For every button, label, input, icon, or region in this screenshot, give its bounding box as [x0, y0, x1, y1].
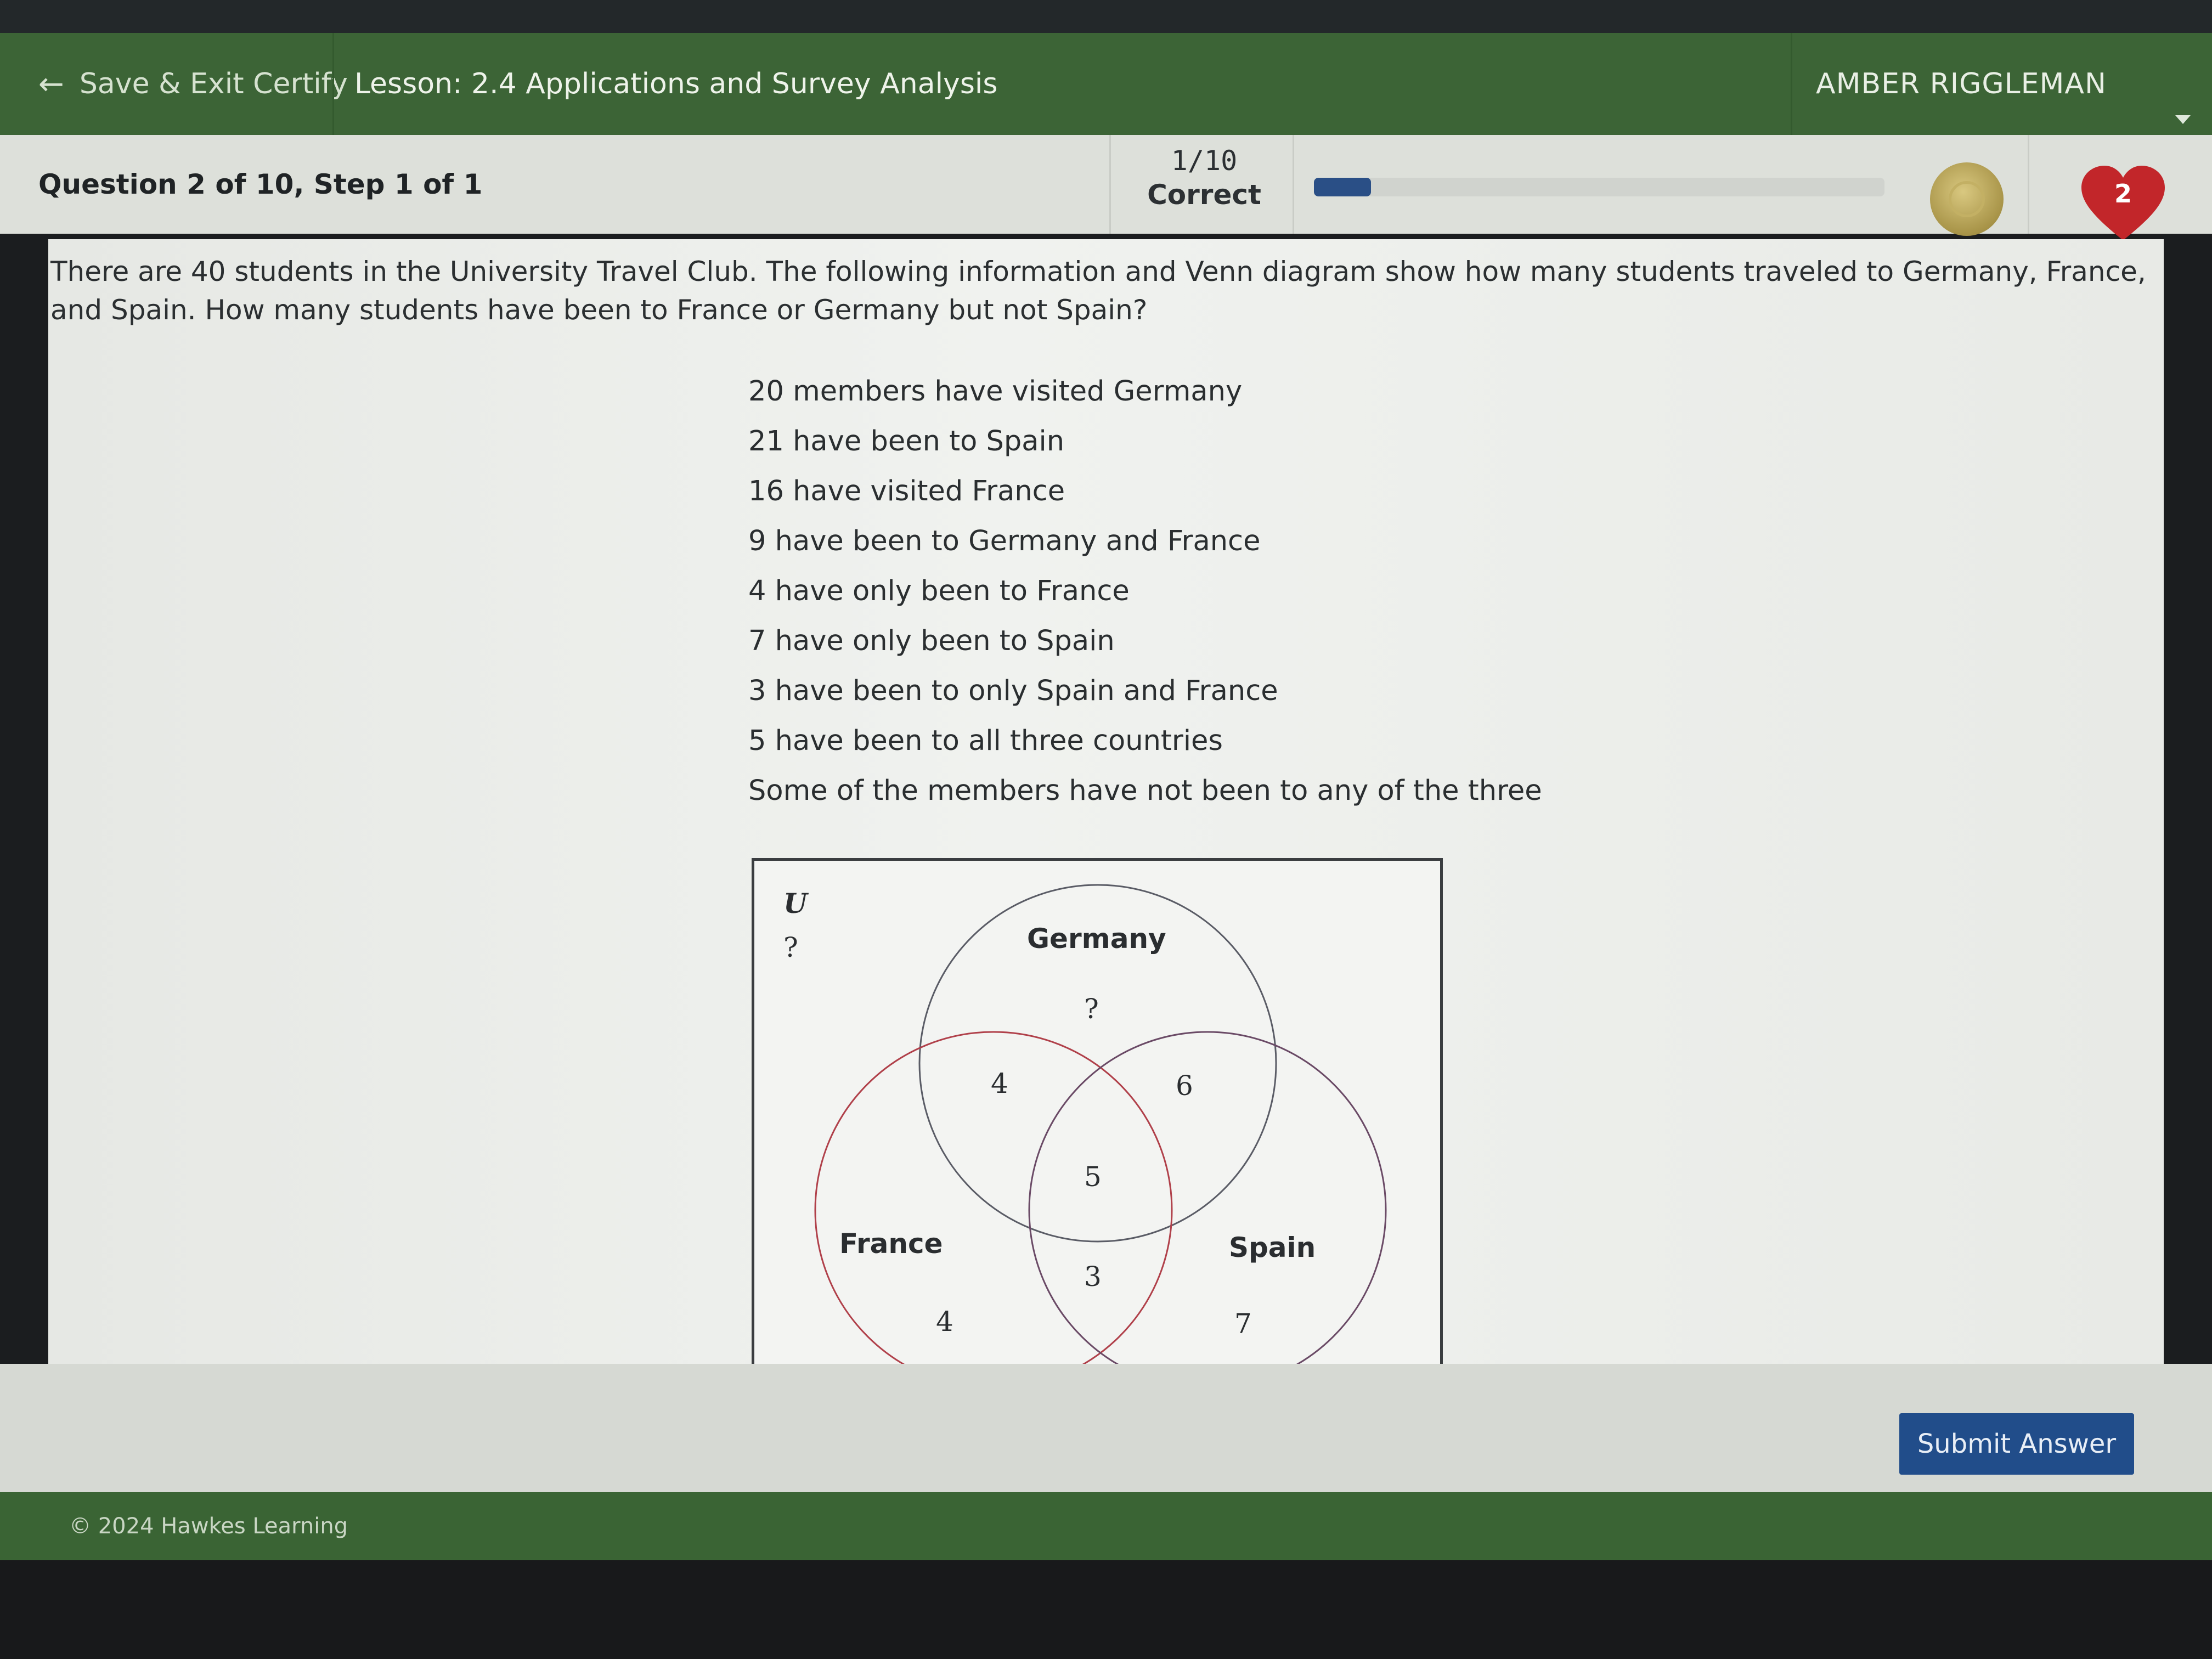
germany-spain-value: 6 — [1176, 1070, 1193, 1102]
universe-label: U — [783, 887, 809, 919]
header-divider — [1791, 33, 1792, 135]
spain-label: Spain — [1229, 1232, 1316, 1263]
app-header: ← Save & Exit Certify Lesson: 2.4 Applic… — [0, 33, 2212, 135]
action-bar: Submit Answer — [0, 1364, 2212, 1492]
spain-france-value: 3 — [1084, 1261, 1102, 1293]
spain-only-value: 7 — [1234, 1308, 1252, 1340]
qbar-divider — [1293, 135, 1294, 234]
header-divider — [332, 33, 334, 135]
fact-item: 21 have been to Spain — [748, 425, 1065, 458]
fact-item: 5 have been to all three countries — [748, 725, 1223, 757]
score-fraction: 1/10 — [1171, 145, 1238, 177]
chevron-down-icon[interactable] — [2175, 115, 2191, 124]
lesson-title: Lesson: 2.4 Applications and Survey Anal… — [354, 67, 998, 100]
copyright-text: © 2024 Hawkes Learning — [69, 1514, 348, 1539]
submit-answer-button[interactable]: Submit Answer — [1899, 1413, 2134, 1475]
all-three-value: 5 — [1084, 1161, 1102, 1193]
coin-icon — [1930, 162, 2004, 236]
facts-list: 20 members have visited Germany 21 have … — [748, 366, 1542, 816]
window-top-strip — [0, 0, 2212, 33]
score-label: Correct — [1147, 179, 1261, 211]
germany-france-value: 4 — [991, 1068, 1008, 1099]
germany-only-value: ? — [1084, 993, 1099, 1025]
fact-item: 3 have been to only Spain and France — [748, 675, 1278, 707]
fact-item: 16 have visited France — [748, 475, 1065, 507]
question-bar: Question 2 of 10, Step 1 of 1 1/10 Corre… — [0, 135, 2212, 240]
progress-bar — [1314, 178, 1884, 196]
back-arrow-icon: ← — [38, 66, 64, 102]
fact-item: Some of the members have not been to any… — [748, 775, 1542, 807]
user-menu[interactable]: AMBER RIGGLEMAN — [1816, 33, 2107, 135]
score-display: 1/10 Correct — [1114, 145, 1295, 211]
lives-count: 2 — [2114, 179, 2132, 208]
question-title: Question 2 of 10, Step 1 of 1 — [38, 168, 483, 200]
save-exit-link[interactable]: ← Save & Exit Certify — [38, 33, 348, 135]
fact-item: 4 have only been to France — [748, 575, 1130, 607]
fact-item: 7 have only been to Spain — [748, 625, 1115, 657]
qbar-divider — [2028, 135, 2029, 234]
screen-bezel — [0, 1560, 2212, 1659]
fact-item: 20 members have visited Germany — [748, 375, 1243, 408]
universe-value: ? — [783, 932, 798, 963]
save-exit-label: Save & Exit Certify — [79, 67, 348, 100]
lives-heart: 2 — [2079, 163, 2167, 246]
question-prompt: There are 40 students in the University … — [50, 256, 2146, 326]
qbar-divider — [1109, 135, 1111, 234]
france-only-value: 4 — [936, 1306, 953, 1338]
germany-label: Germany — [1027, 923, 1166, 955]
france-label: France — [839, 1228, 943, 1260]
page-footer: © 2024 Hawkes Learning — [0, 1492, 2212, 1560]
question-content: There are 40 students in the University … — [48, 239, 2164, 1374]
venn-diagram: U ? Germany France Spain ? 4 6 5 3 4 7 — [752, 858, 1443, 1374]
fact-item: 9 have been to Germany and France — [748, 525, 1261, 557]
progress-fill — [1314, 178, 1371, 196]
